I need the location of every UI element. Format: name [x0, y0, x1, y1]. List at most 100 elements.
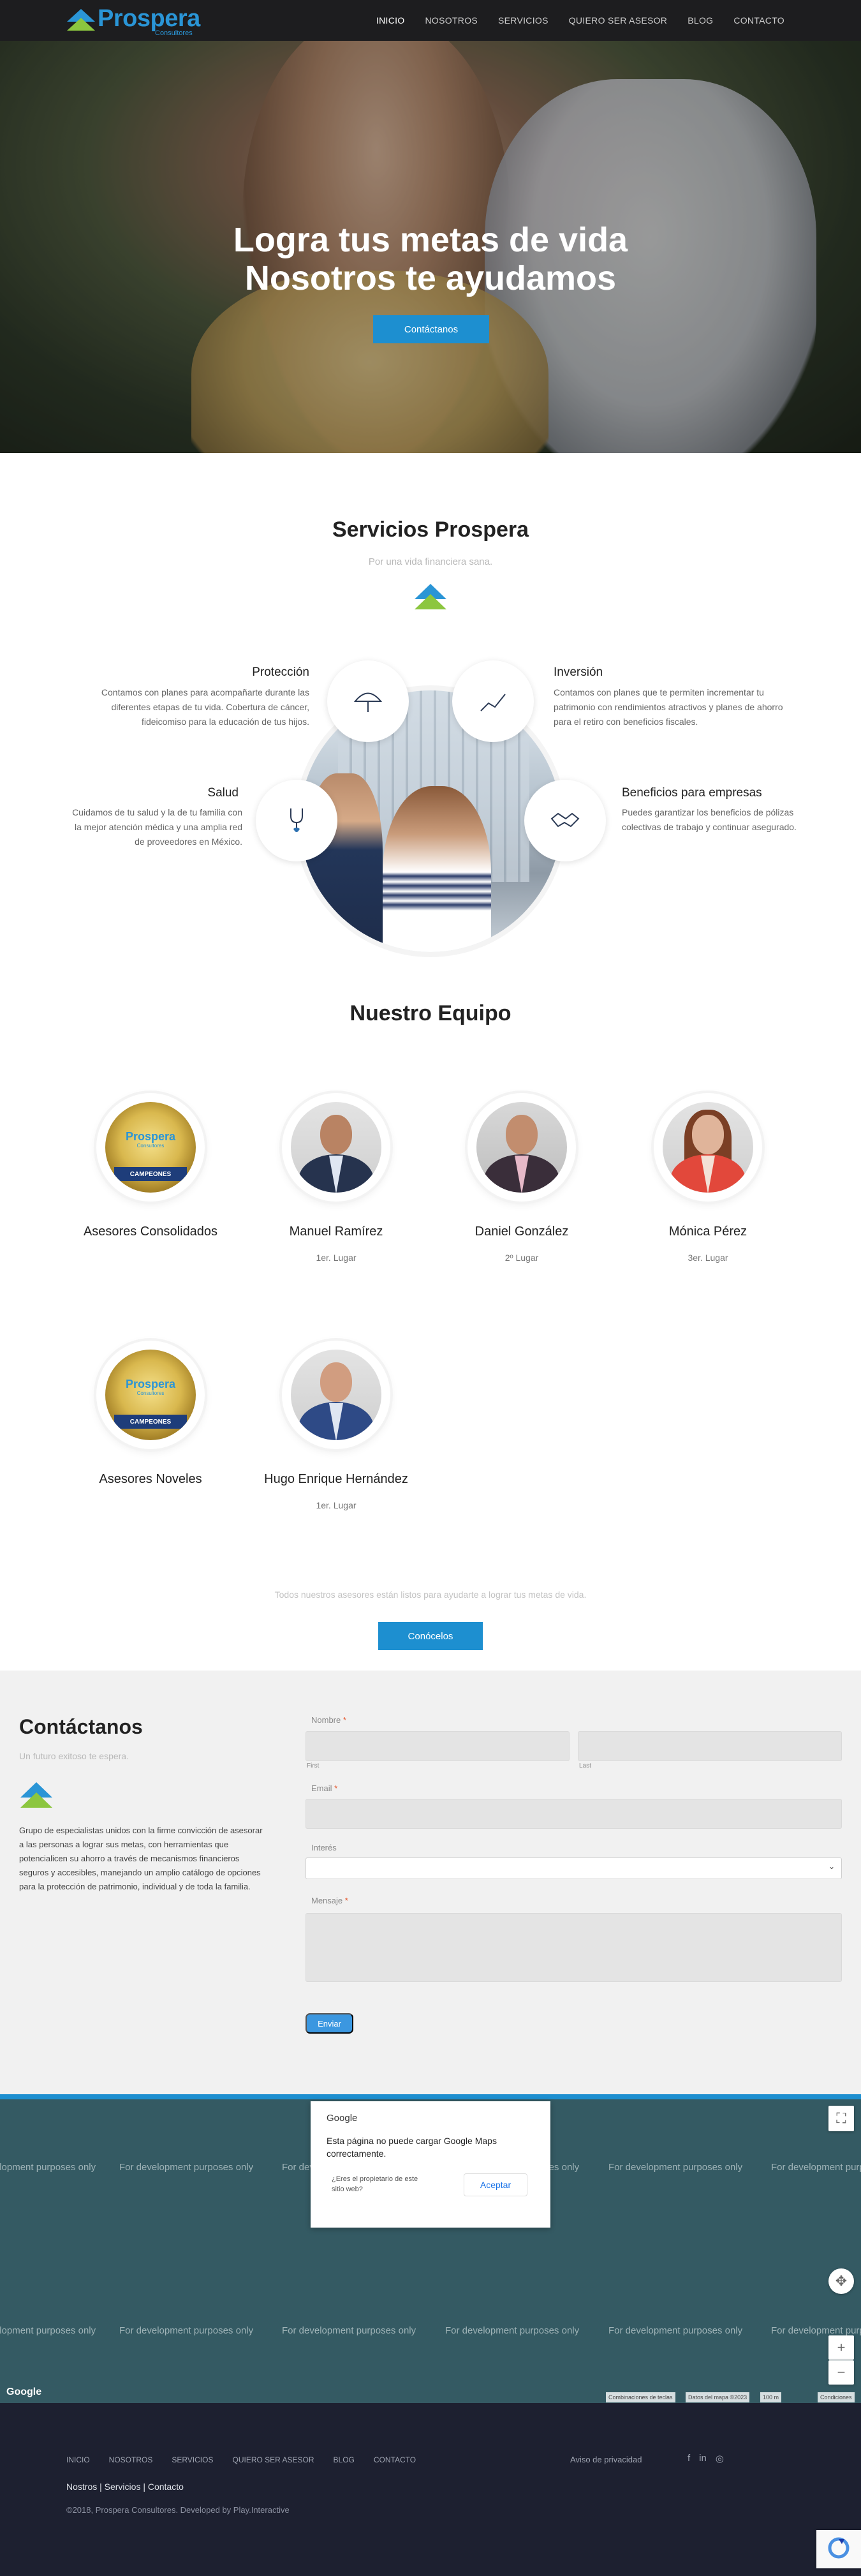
brand-mark-icon	[20, 1782, 52, 1808]
map-error-dialog: Google Esta página no puede cargar Googl…	[311, 2101, 550, 2228]
service-text-salud: Cuidamos de tu salud y la de tu familia …	[72, 807, 242, 847]
fullscreen-icon[interactable]: ⛶	[828, 2106, 854, 2131]
last-sublabel: Last	[579, 1762, 591, 1769]
medal-badge: Prospera Consultores CAMPEONES	[105, 1350, 196, 1440]
menu-item-contacto[interactable]: CONTACTO	[723, 15, 795, 26]
member-name: Asesores Noveles	[99, 1472, 202, 1486]
team-note: Todos nuestros asesores están listos par…	[274, 1590, 587, 1600]
contact-subtitle: Un futuro exitoso te espera.	[19, 1751, 129, 1761]
member-place: 2º Lugar	[504, 1253, 539, 1263]
dialog-question: ¿Eres el propietario de este sitio web?	[332, 2175, 418, 2193]
map-keyboard-shortcuts[interactable]: Combinaciones de teclas	[606, 2392, 675, 2402]
hero-contact-button[interactable]: Contáctanos	[373, 315, 489, 343]
member-place: 1er. Lugar	[316, 1253, 357, 1263]
social-links: f in ◎	[688, 2453, 724, 2464]
map-scale: 100 m	[760, 2392, 782, 2402]
footer-copyright: ©2018, Prospera Consultores. Developed b…	[66, 2505, 290, 2515]
member-photo	[663, 1102, 753, 1193]
dialog-google-brand: Google	[327, 2113, 358, 2124]
logo-subtitle: Consultores	[155, 29, 193, 37]
member-place: 1er. Lugar	[316, 1500, 357, 1510]
logo-word: Prospera	[98, 5, 200, 32]
first-name-input[interactable]	[305, 1731, 570, 1761]
footer-link-inicio[interactable]: INICIO	[66, 2455, 90, 2464]
service-text-inversion: Contamos con planes que te permiten incr…	[554, 687, 783, 727]
menu-item-quiero-ser-asesor[interactable]: QUIERO SER ASESOR	[559, 15, 677, 26]
service-text-proteccion: Contamos con planes para acompañarte dur…	[101, 687, 309, 727]
email-label: Email *	[311, 1783, 338, 1793]
service-title-empresas: Beneficios para empresas	[622, 786, 762, 800]
umbrella-icon	[353, 692, 383, 712]
email-input[interactable]	[305, 1799, 842, 1829]
member-place: 3er. Lugar	[688, 1253, 728, 1263]
top-navbar: Prospera Consultores INICIO NOSOTROS SER…	[0, 0, 861, 41]
google-logo: Google	[6, 2386, 42, 2397]
hero-title-line1: Logra tus metas de vida	[233, 221, 628, 259]
map-terms[interactable]: Condiciones	[818, 2392, 855, 2402]
team-title: Nuestro Equipo	[350, 1001, 511, 1025]
instagram-icon[interactable]: ◎	[716, 2453, 724, 2464]
street-view-icon[interactable]: ✥	[828, 2268, 854, 2294]
menu-item-servicios[interactable]: SERVICIOS	[488, 15, 559, 26]
dialog-title: Esta página no puede cargar Google Maps …	[327, 2136, 497, 2159]
service-text-empresas: Puedes garantizar los beneficios de póli…	[622, 807, 797, 832]
member-photo	[291, 1350, 381, 1440]
name-label: Nombre *	[311, 1715, 346, 1725]
main-menu: INICIO NOSOTROS SERVICIOS QUIERO SER ASE…	[366, 0, 795, 41]
menu-item-nosotros[interactable]: NOSOTROS	[415, 15, 489, 26]
meet-team-button[interactable]: Conócelos	[378, 1622, 483, 1650]
zoom-out-icon[interactable]: −	[828, 2360, 854, 2385]
linkedin-icon[interactable]: in	[699, 2453, 707, 2464]
member-photo	[476, 1102, 567, 1193]
handshake-icon	[550, 812, 580, 828]
footer-link-blog[interactable]: BLOG	[334, 2455, 355, 2464]
map-top-border	[0, 2094, 861, 2099]
service-icon-inversion[interactable]	[452, 660, 534, 742]
footer-link-nosotros[interactable]: NOSOTROS	[109, 2455, 153, 2464]
submit-button[interactable]: Enviar	[305, 2013, 353, 2034]
member-name: Manuel Ramírez	[289, 1225, 383, 1239]
hero-title-line2: Nosotros te ayudamos	[244, 259, 617, 297]
logo-mark-icon	[67, 9, 95, 31]
interest-select[interactable]: ⌄	[305, 1858, 842, 1879]
footer-link-contacto[interactable]: CONTACTO	[374, 2455, 416, 2464]
menu-item-inicio[interactable]: INICIO	[366, 15, 415, 26]
zoom-in-icon[interactable]: +	[828, 2335, 854, 2360]
member-name: Daniel González	[475, 1225, 569, 1239]
service-title-salud: Salud	[207, 786, 239, 800]
service-icon-proteccion[interactable]	[327, 660, 409, 742]
recaptcha-icon	[828, 2537, 850, 2559]
chevron-down-icon: ⌄	[828, 1862, 835, 1871]
logo[interactable]: Prospera Consultores	[66, 5, 206, 37]
first-sublabel: First	[307, 1762, 320, 1769]
footer-link-servicios[interactable]: SERVICIOS	[172, 2455, 213, 2464]
services-subtitle: Por una vida financiera sana.	[368, 556, 493, 567]
footer-link-quiero-ser-asesor[interactable]: QUIERO SER ASESOR	[232, 2455, 314, 2464]
interest-label: Interés	[311, 1843, 337, 1852]
services-title: Servicios Prospera	[332, 517, 529, 542]
member-photo	[291, 1102, 381, 1193]
dialog-accept-button[interactable]: Aceptar	[464, 2173, 527, 2196]
contact-description: Grupo de especialistas unidos con la fir…	[19, 1826, 263, 1891]
member-name: Hugo Enrique Hernández	[264, 1472, 408, 1486]
map-data-credit: Datos del mapa ©2023	[686, 2392, 750, 2402]
member-name: Asesores Consolidados	[83, 1225, 218, 1239]
facebook-icon[interactable]: f	[688, 2453, 690, 2464]
medal-badge: Prospera Consultores CAMPEONES	[105, 1102, 196, 1193]
service-title-inversion: Inversión	[554, 666, 603, 679]
footer: INICIO NOSOTROS SERVICIOS QUIERO SER ASE…	[0, 2403, 861, 2576]
stethoscope-icon	[290, 808, 303, 832]
recaptcha-badge[interactable]	[816, 2530, 861, 2568]
footer-menu: INICIO NOSOTROS SERVICIOS QUIERO SER ASE…	[66, 2455, 416, 2464]
contact-title: Contáctanos	[19, 1715, 143, 1738]
service-icon-empresas[interactable]	[524, 780, 606, 861]
message-label: Mensaje *	[311, 1896, 348, 1905]
service-title-proteccion: Protección	[252, 666, 309, 679]
service-icon-salud[interactable]	[256, 780, 337, 861]
member-name: Mónica Pérez	[668, 1225, 747, 1239]
message-textarea[interactable]	[305, 1913, 842, 1982]
privacy-link[interactable]: Aviso de privacidad	[570, 2455, 642, 2464]
last-name-input[interactable]	[578, 1731, 842, 1761]
footer-secondary-links[interactable]: Nostros | Servicios | Contacto	[66, 2482, 184, 2492]
menu-item-blog[interactable]: BLOG	[677, 15, 723, 26]
